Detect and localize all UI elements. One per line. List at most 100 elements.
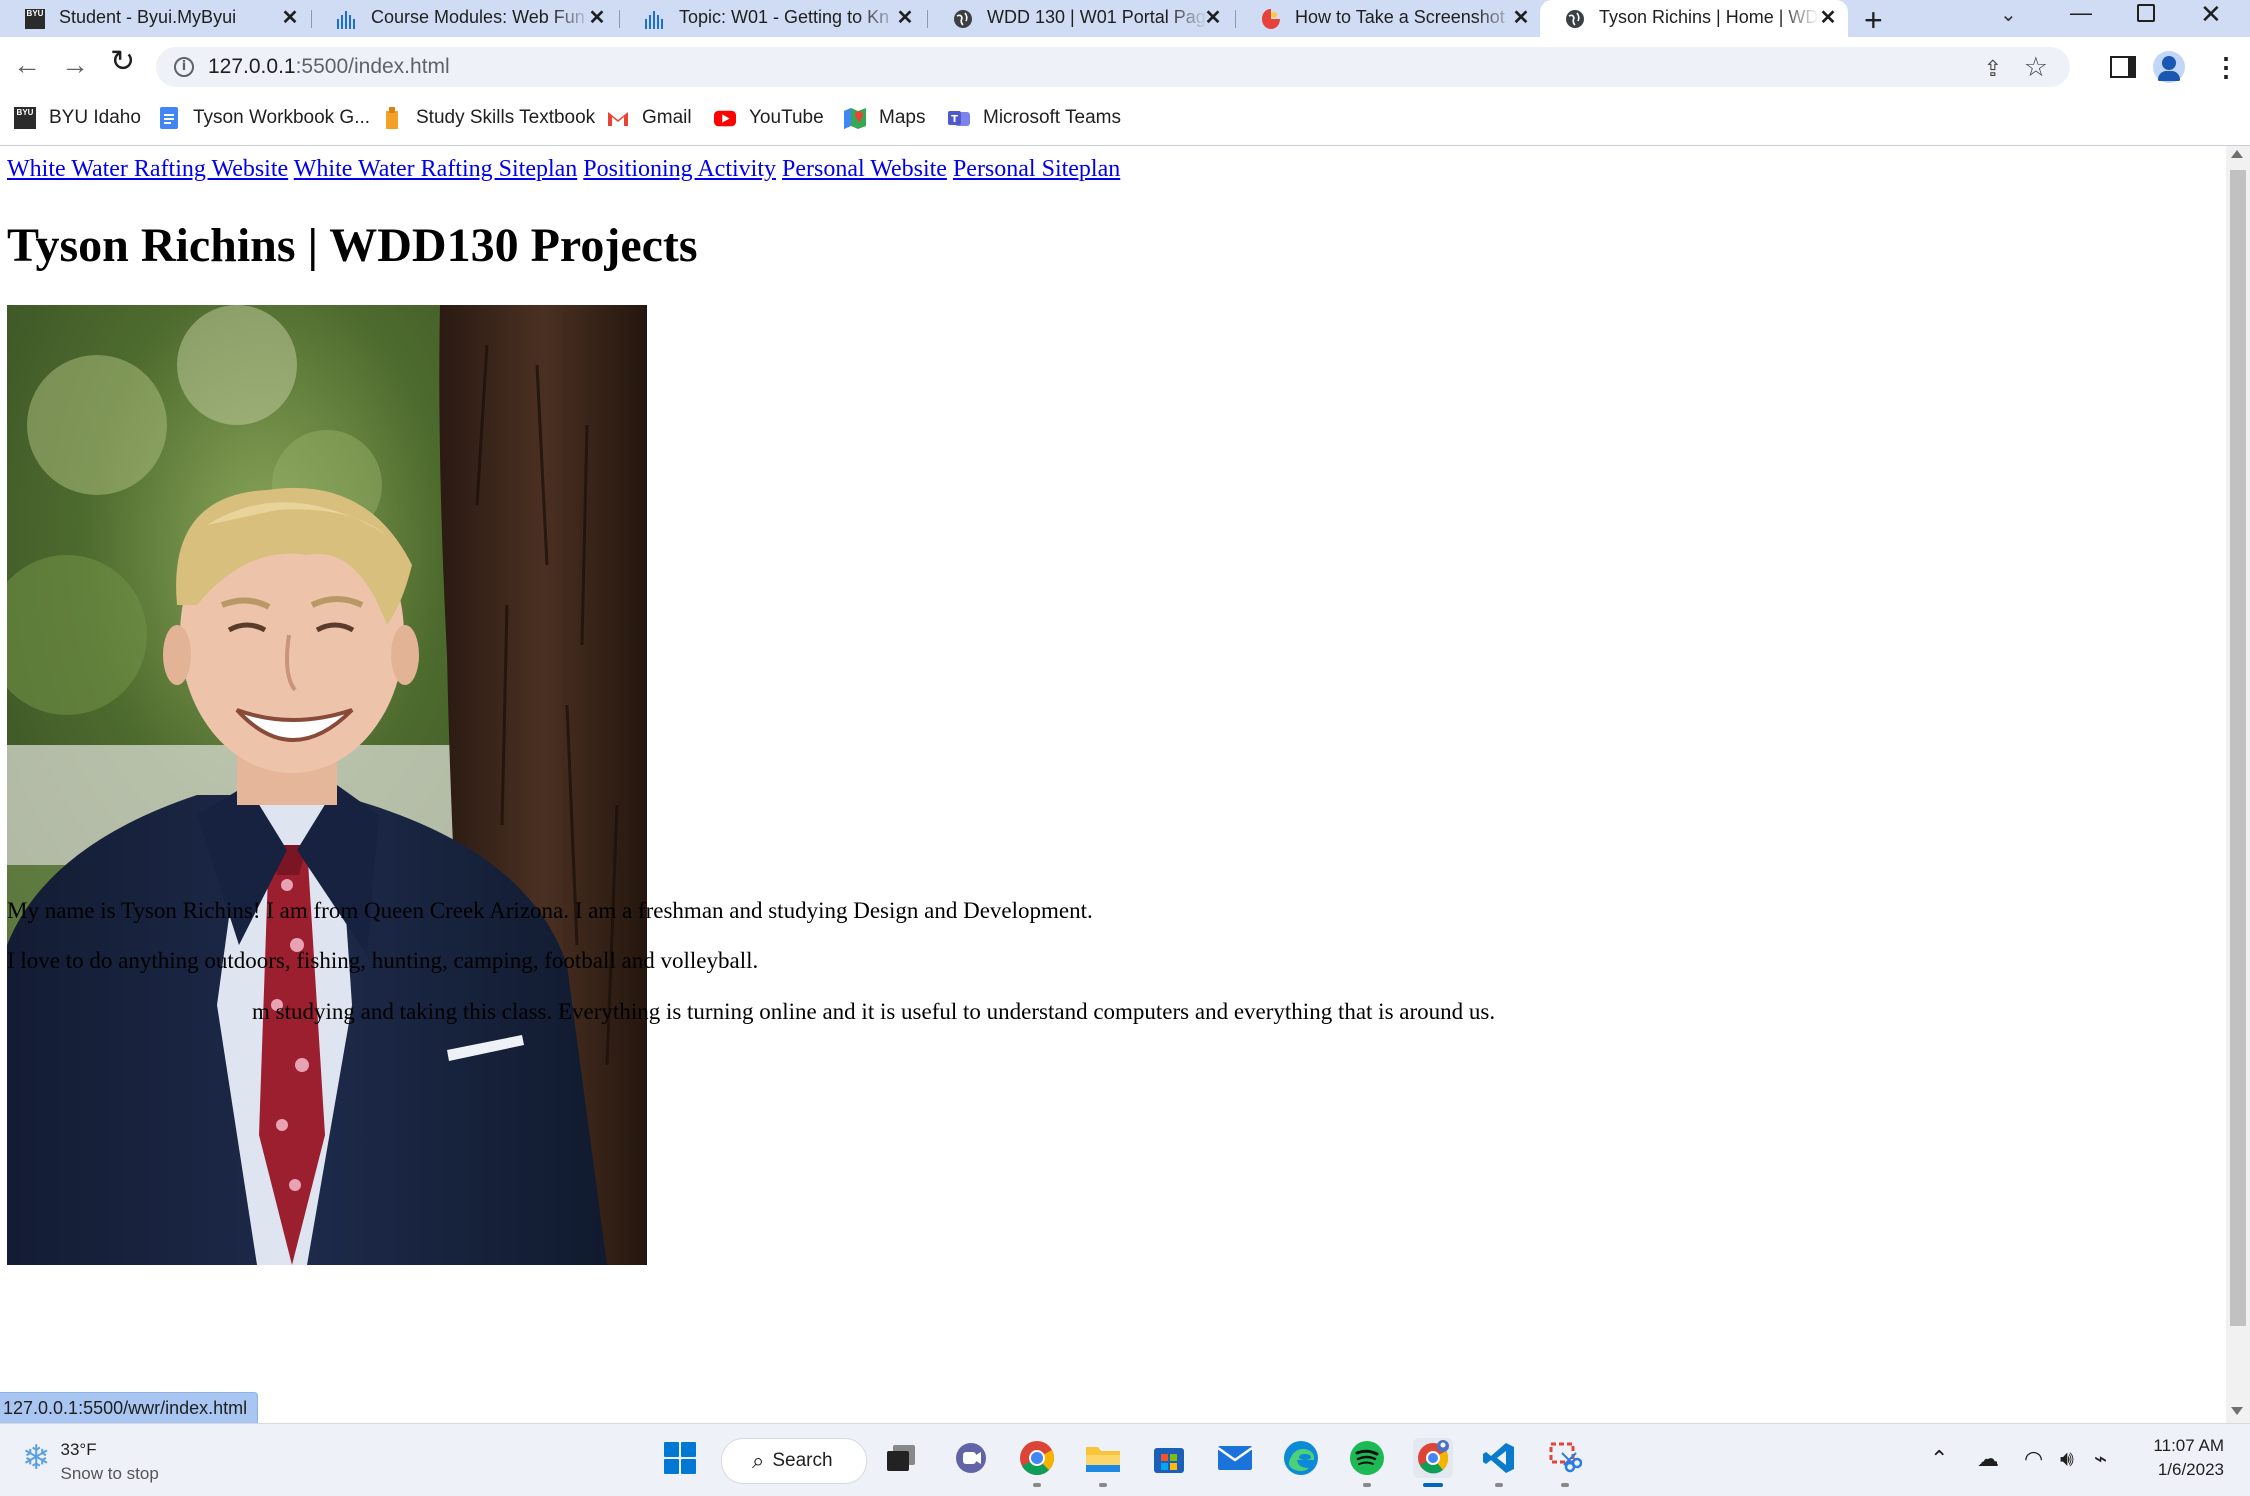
spotify-icon[interactable] (1347, 1438, 1387, 1487)
bookmark-microsoft-teams[interactable]: T Microsoft Teams (948, 105, 1121, 131)
textbook-icon (381, 107, 403, 129)
tab-wdd130-portal[interactable]: WDD 130 | W01 Portal Pag ✕ (928, 0, 1233, 37)
site-info-icon[interactable]: i (174, 57, 194, 77)
tab-title: WDD 130 | W01 Portal Pag (987, 7, 1206, 27)
scroll-thumb[interactable] (2230, 170, 2246, 1326)
svg-text:T: T (951, 114, 958, 125)
mail-icon[interactable] (1215, 1438, 1255, 1478)
byu-icon: BYU (14, 107, 36, 129)
battery-charging-icon[interactable]: ⌁ (2094, 1446, 2107, 1472)
scribe-icon (1260, 8, 1282, 30)
nav-link-personal-website[interactable]: Personal Website (782, 156, 947, 182)
interests-paragraph: I love to do anything outdoors, fishing,… (7, 948, 759, 973)
running-indicator (1561, 1483, 1569, 1487)
bookmark-label: Tyson Workbook G... (193, 107, 371, 128)
bookmark-study-skills[interactable]: Study Skills Textbook (381, 105, 595, 131)
running-indicator (1363, 1483, 1371, 1487)
tab-topic-w01[interactable]: Topic: W01 - Getting to Kn ✕ (620, 0, 925, 37)
tab-title: How to Take a Screenshot (1295, 7, 1505, 27)
close-icon[interactable]: ✕ (585, 5, 609, 29)
tab-screenshot-howto[interactable]: How to Take a Screenshot ✕ (1236, 0, 1541, 37)
taskbar-search-label: Search (772, 1450, 833, 1471)
bookmark-maps[interactable]: Maps (844, 105, 925, 131)
minimize-icon[interactable]: — (2070, 0, 2092, 26)
bio-paragraph: My name is Tyson Richins! I am from Quee… (7, 898, 1093, 923)
edge-icon[interactable] (1281, 1438, 1321, 1478)
bookmark-label: Gmail (642, 107, 692, 128)
task-view-icon[interactable] (881, 1438, 921, 1478)
close-icon[interactable]: ✕ (1201, 5, 1225, 29)
side-panel-icon[interactable] (2110, 56, 2136, 78)
profile-avatar-icon[interactable] (2153, 51, 2185, 83)
taskbar-search-box[interactable]: ⌕ Search (721, 1438, 867, 1484)
running-indicator (1495, 1483, 1503, 1487)
weather-widget[interactable]: ❄ 33°F Snow to stop (22, 1438, 159, 1486)
close-icon[interactable]: ✕ (1509, 5, 1533, 29)
url-path: :5500/index.html (295, 55, 450, 78)
window-close-icon[interactable]: ✕ (2200, 0, 2222, 30)
url-text[interactable]: 127.0.0.1:5500/index.html (208, 55, 450, 79)
bookmark-byu-idaho[interactable]: BYU BYU Idaho (14, 105, 141, 131)
globe-icon (952, 8, 974, 30)
system-clock[interactable]: 11:07 AM 1/6/2023 (2140, 1434, 2224, 1482)
page-viewport: White Water Rafting Website White Water … (0, 146, 2225, 1423)
nav-link-positioning-activity[interactable]: Positioning Activity (583, 156, 776, 182)
bookmark-tyson-workbook[interactable]: Tyson Workbook G... (158, 105, 370, 131)
chevron-up-icon[interactable]: ⌃ (1930, 1446, 1948, 1472)
vscode-icon[interactable] (1479, 1438, 1519, 1487)
nav-link-wwr-website[interactable]: White Water Rafting Website (7, 156, 288, 182)
bookmark-label: Study Skills Textbook (416, 107, 596, 128)
tab-course-modules[interactable]: Course Modules: Web Fun ✕ (312, 0, 617, 37)
nav-link-personal-siteplan[interactable]: Personal Siteplan (953, 156, 1120, 182)
forward-arrow-icon[interactable]: → (61, 51, 89, 79)
clock-date: 1/6/2023 (2157, 1460, 2224, 1479)
address-bar[interactable]: i 127.0.0.1:5500/index.html ⇪ ☆ (156, 47, 2070, 87)
chevron-down-icon[interactable]: ⌄ (2000, 2, 2017, 27)
scroll-up-arrow-icon[interactable] (2231, 150, 2243, 158)
kebab-menu-icon[interactable]: ⋮ (2213, 52, 2239, 83)
volume-icon[interactable]: 🔊︎ (2060, 1446, 2074, 1472)
page-scrollbar[interactable] (2226, 146, 2250, 1423)
maps-icon (844, 107, 866, 129)
teams-chat-icon[interactable] (951, 1438, 991, 1478)
bookmark-label: YouTube (749, 107, 824, 128)
close-icon[interactable]: ✕ (278, 5, 302, 29)
close-icon[interactable]: ✕ (1816, 5, 1840, 29)
tab-title: Student - Byui.MyByui (59, 7, 237, 27)
url-host: 127.0.0.1 (208, 55, 296, 78)
snipping-tool-icon[interactable] (1545, 1438, 1585, 1487)
chrome-icon[interactable] (1017, 1438, 1057, 1487)
windows-taskbar: ❄ 33°F Snow to stop ⌕ Search ⌃ ☁ ◠ 🔊︎ ⌁ … (0, 1423, 2250, 1496)
bookmark-gmail[interactable]: Gmail (607, 105, 692, 131)
file-explorer-icon[interactable] (1083, 1438, 1123, 1487)
tab-tyson-richins-home[interactable]: Tyson Richins | Home | WD ✕ (1540, 0, 1848, 37)
scroll-down-arrow-icon[interactable] (2231, 1407, 2243, 1415)
active-indicator (1423, 1483, 1443, 1487)
nav-link-wwr-siteplan[interactable]: White Water Rafting Siteplan (294, 156, 578, 182)
site-nav: White Water Rafting Website White Water … (7, 156, 1120, 183)
tab-byui[interactable]: BYU Student - Byui.MyByui ✕ (0, 0, 310, 37)
gmail-icon (607, 107, 629, 129)
close-icon[interactable]: ✕ (893, 5, 917, 29)
microsoft-store-icon[interactable] (1149, 1438, 1189, 1478)
onedrive-cloud-icon[interactable]: ☁ (1977, 1446, 1999, 1472)
back-arrow-icon[interactable]: ← (13, 51, 41, 79)
reason-paragraph: m studying and taking this class. Everyt… (252, 999, 1496, 1024)
windows-start-icon[interactable] (660, 1438, 700, 1478)
running-indicator (1033, 1483, 1041, 1487)
new-tab-icon[interactable]: + (1864, 2, 1883, 39)
chrome-profile-icon[interactable] (1413, 1438, 1453, 1487)
tab-title: Topic: W01 - Getting to Kn (679, 7, 890, 27)
bookmark-youtube[interactable]: YouTube (714, 105, 824, 131)
bookmark-label: BYU Idaho (49, 107, 141, 128)
bookmark-star-icon[interactable]: ☆ (2024, 52, 2048, 83)
tab-title: Tyson Richins | Home | WD (1599, 7, 1819, 27)
clock-time: 11:07 AM (2153, 1436, 2224, 1455)
wifi-icon[interactable]: ◠ (2024, 1446, 2043, 1472)
youtube-icon (714, 107, 736, 129)
share-icon[interactable]: ⇪ (1984, 56, 2002, 82)
snowflake-icon: ❄ (22, 1439, 51, 1477)
reload-icon[interactable]: ↻ (110, 47, 135, 77)
restore-icon[interactable] (2137, 4, 2155, 22)
weather-description: Snow to stop (60, 1464, 159, 1483)
